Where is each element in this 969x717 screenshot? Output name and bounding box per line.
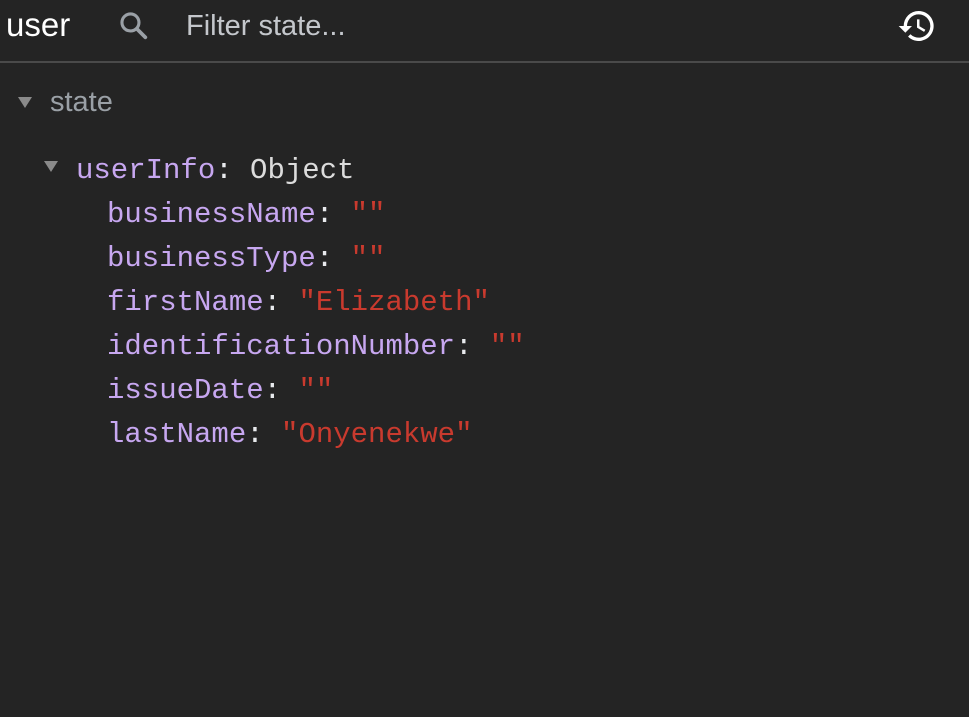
property-value: "" [350,198,386,231]
property-value: "" [489,330,525,363]
property-key: identificationNumber [107,330,456,363]
tree-property: lastName: "Onyenekwe" [107,418,473,451]
property-key: businessType [107,242,316,275]
property-value: "Elizabeth" [298,286,490,319]
search-icon [120,12,148,40]
filter-state-input[interactable] [186,6,826,46]
tree-property: businessType: "" [107,242,386,275]
property-value: "" [298,374,334,407]
toolbar: user [0,0,969,63]
store-name: user [6,6,71,43]
state-root-label: state [50,86,113,118]
tree-property: issueDate: "" [107,374,334,407]
property-key: lastName [107,418,247,451]
node-type: Object [250,154,355,187]
property-value: "Onyenekwe" [281,418,473,451]
tree-property: businessName: "" [107,198,386,231]
property-value: "" [350,242,386,275]
tree-property: firstName: "Elizabeth" [107,286,490,319]
tree-property: identificationNumber: "" [107,330,525,363]
history-icon[interactable] [897,6,937,46]
property-key: firstName [107,286,264,319]
property-key: issueDate [107,374,264,407]
devtools-state-panel: user state userInfo: Object businessName… [0,0,969,717]
expand-caret-icon [18,97,32,108]
property-key: businessName [107,198,316,231]
node-key: userInfo [76,154,216,187]
expand-caret-icon [44,161,58,172]
